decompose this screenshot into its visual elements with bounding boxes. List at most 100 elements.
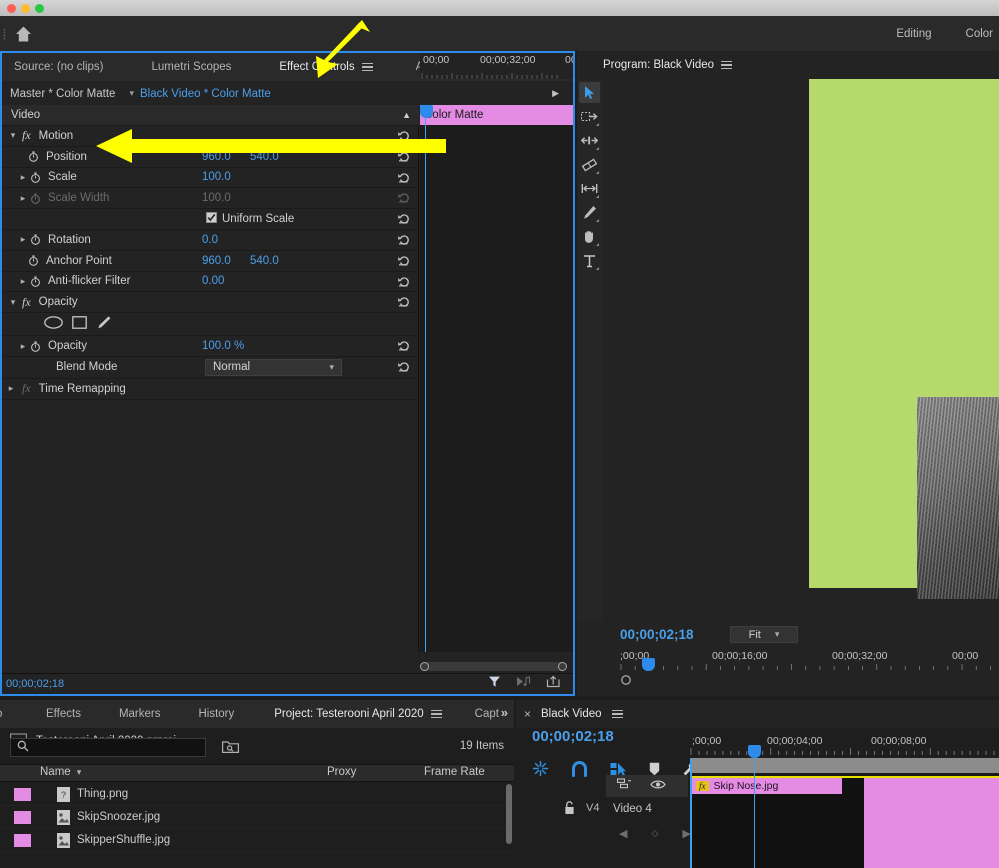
effect-controls-playhead[interactable] <box>425 105 426 652</box>
effect-controls-timeline-ruler[interactable]: 00;00 00;00;32;00 00 <box>420 53 573 79</box>
type-tool[interactable] <box>579 250 600 271</box>
stopwatch-icon[interactable] <box>30 341 41 352</box>
track-header-video4[interactable]: V4 Video 4 ◀ ◇ ▶ <box>516 785 688 868</box>
collapse-section-icon[interactable]: ▲ <box>402 110 411 120</box>
effect-row-motion[interactable]: ▾ fx Motion <box>2 126 418 147</box>
home-icon[interactable] <box>12 24 34 44</box>
scale-value[interactable]: 100.0 <box>202 171 231 183</box>
tab-info[interactable]: o <box>0 700 12 728</box>
reset-uniform-scale-button[interactable] <box>397 212 410 228</box>
column-header-frame-rate[interactable]: Frame Rate <box>424 766 485 778</box>
rotation-value[interactable]: 0.0 <box>202 234 218 246</box>
video-section-header[interactable]: Video ▲ <box>2 105 419 126</box>
disclosure-closed-icon[interactable]: ▸ <box>6 383 16 394</box>
mask-tools-row[interactable] <box>2 313 418 336</box>
disclosure-open-icon[interactable]: ▾ <box>8 297 18 308</box>
stopwatch-icon[interactable] <box>30 276 41 287</box>
table-row[interactable]: ? Thing.png <box>0 783 514 806</box>
reset-rotation-button[interactable] <box>397 233 410 249</box>
stopwatch-icon[interactable] <box>30 172 41 183</box>
program-monitor-timecode[interactable]: 00;00;02;18 <box>620 627 694 642</box>
track-output-eye-icon[interactable] <box>650 777 666 795</box>
program-monitor-zoom-select[interactable]: Fit ▾ <box>730 626 798 643</box>
play-audio-icon[interactable] <box>516 675 531 693</box>
timeline-time-ruler[interactable]: ;00;00 00;00;04;00 00;00;08;00 <box>690 734 999 758</box>
ellipse-mask-icon[interactable] <box>44 316 63 332</box>
column-header-name[interactable]: Name ▾ <box>40 766 81 778</box>
reset-anti-flicker-button[interactable] <box>397 275 410 291</box>
effect-controls-timecode[interactable]: 00;00;02;18 <box>2 678 64 690</box>
anchor-point-y-value[interactable]: 540.0 <box>250 255 279 267</box>
disclosure-closed-icon[interactable]: ▸ <box>18 341 28 352</box>
unlock-icon[interactable] <box>564 801 575 820</box>
tab-history[interactable]: History <box>186 700 246 728</box>
reset-opacity-effect-button[interactable] <box>397 295 410 311</box>
reset-blend-mode-button[interactable] <box>397 360 410 376</box>
rate-stretch-tool[interactable] <box>579 154 600 175</box>
snap-magnet-icon[interactable] <box>571 761 588 782</box>
stopwatch-icon[interactable] <box>28 255 39 266</box>
program-monitor-playhead-handle[interactable] <box>642 658 655 671</box>
export-frame-icon[interactable] <box>546 675 561 693</box>
tab-effect-controls[interactable]: Effect Controls <box>267 53 391 81</box>
reset-position-button[interactable] <box>397 150 410 166</box>
zoom-handle-left[interactable] <box>420 662 429 671</box>
timeline-playhead[interactable] <box>754 758 755 868</box>
timeline-work-area-bar[interactable] <box>690 758 999 773</box>
tab-effects[interactable]: Effects <box>34 700 93 728</box>
program-monitor-stage[interactable] <box>602 79 999 621</box>
selection-tool[interactable] <box>579 82 600 103</box>
blend-mode-select[interactable]: Normal ▾ <box>205 359 342 376</box>
rectangle-mask-icon[interactable] <box>72 316 87 332</box>
timeline-clip-next[interactable] <box>848 778 999 868</box>
param-row-scale-width[interactable]: ▸ Scale Width 100.0 <box>2 188 418 209</box>
position-y-value[interactable]: 540.0 <box>250 151 279 163</box>
stopwatch-icon[interactable] <box>30 234 41 245</box>
project-search-input[interactable] <box>10 738 206 757</box>
param-row-opacity[interactable]: ▸ Opacity 100.0 % <box>2 336 418 357</box>
prev-keyframe-icon[interactable]: ◀ <box>619 827 627 840</box>
timeline-panel-menu-icon[interactable] <box>612 710 623 719</box>
param-row-anti-flicker-filter[interactable]: ▸ Anti-flicker Filter 0.00 <box>2 272 418 293</box>
param-row-blend-mode[interactable]: Blend Mode Normal ▾ <box>2 357 418 379</box>
effect-controls-clip-bar[interactable]: Color Matte <box>420 105 573 125</box>
table-row[interactable]: SkipperShuffle.jpg <box>0 829 514 852</box>
disclosure-open-icon[interactable]: ▾ <box>8 130 18 141</box>
hand-tool[interactable] <box>579 226 600 247</box>
table-row[interactable]: SkipSnoozer.jpg <box>0 806 514 829</box>
track-select-forward-tool[interactable] <box>579 106 600 127</box>
disclosure-closed-icon[interactable]: ▸ <box>18 234 28 245</box>
reset-motion-button[interactable] <box>397 129 410 145</box>
close-window-button[interactable] <box>7 4 16 13</box>
effect-row-opacity[interactable]: ▾ fx Opacity <box>2 292 418 313</box>
chevron-down-icon[interactable]: ▾ <box>123 88 140 99</box>
disclosure-closed-icon[interactable]: ▸ <box>18 276 28 287</box>
add-keyframe-icon[interactable]: ◇ <box>651 828 658 839</box>
project-panel-overflow-icon[interactable]: » <box>501 705 508 720</box>
minimize-window-button[interactable] <box>21 4 30 13</box>
reset-opacity-button[interactable] <box>397 339 410 355</box>
disclosure-closed-icon[interactable]: ▸ <box>18 172 28 183</box>
effect-controls-menu-icon[interactable] <box>362 63 373 72</box>
column-header-proxy[interactable]: Proxy <box>327 766 356 778</box>
pen-mask-icon[interactable] <box>96 315 112 333</box>
tab-lumetri-scopes[interactable]: Lumetri Scopes <box>139 53 243 81</box>
tab-program-monitor[interactable]: Program: Black Video <box>577 51 744 79</box>
window-controls[interactable] <box>7 4 44 13</box>
program-monitor-menu-icon[interactable] <box>721 61 732 70</box>
anchor-point-x-value[interactable]: 960.0 <box>202 255 231 267</box>
param-row-uniform-scale[interactable]: Uniform Scale <box>2 209 418 230</box>
tab-source[interactable]: Source: (no clips) <box>2 53 115 81</box>
project-column-headers[interactable]: Name ▾ Proxy Frame Rate <box>0 764 514 782</box>
timeline-timecode[interactable]: 00;00;02;18 <box>532 728 614 745</box>
uniform-scale-checkbox[interactable] <box>206 212 217 226</box>
param-row-anchor-point[interactable]: Anchor Point 960.0 540.0 <box>2 251 418 272</box>
ripple-edit-tool[interactable] <box>579 130 600 151</box>
slip-tool[interactable] <box>579 178 600 199</box>
workspace-editing[interactable]: Editing <box>896 28 931 40</box>
tab-markers[interactable]: Markers <box>107 700 173 728</box>
reset-anchor-point-button[interactable] <box>397 254 410 270</box>
program-monitor-scrub-handle[interactable] <box>620 673 633 684</box>
find-in-bin-icon[interactable] <box>222 739 239 759</box>
program-monitor-time-ruler[interactable]: ;00;00 00;00;16;00 00;00;32;00 00;00 <box>620 649 999 671</box>
